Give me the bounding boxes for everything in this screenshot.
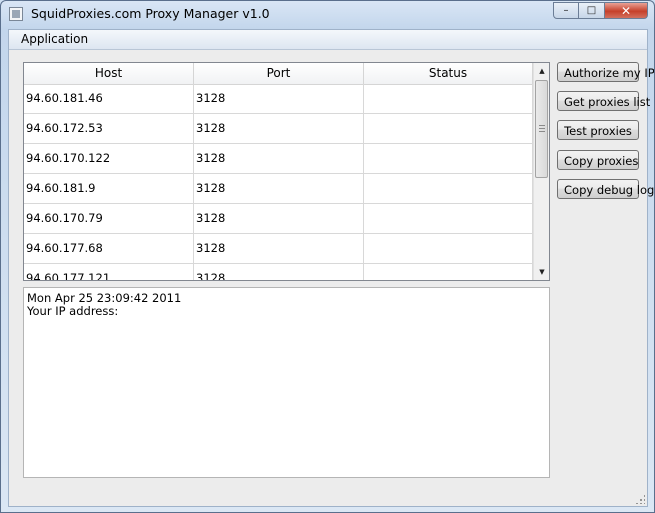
scroll-up-arrow-icon[interactable]: ▲ [534,63,549,79]
cell-host[interactable]: 94.60.177.121 [24,264,194,280]
table-row[interactable]: 94.60.177.121 3128 [24,264,533,280]
close-button[interactable]: ✕ [605,2,648,19]
thumb-grip-icon [539,125,545,133]
cell-host[interactable]: 94.60.170.79 [24,204,194,233]
cell-host[interactable]: 94.60.181.9 [24,174,194,203]
log-line: Your IP address: [27,304,119,318]
copy-proxies-button[interactable]: Copy proxies [557,150,639,170]
scrollbar-thumb[interactable] [535,80,548,178]
caption-buttons: – □ ✕ [553,2,648,20]
authorize-ip-button[interactable]: Authorize my IP [557,62,654,82]
minimize-button[interactable]: – [553,2,579,19]
test-proxies-button[interactable]: Test proxies [557,120,639,140]
table-row[interactable]: 94.60.177.68 3128 [24,234,533,264]
cell-port[interactable]: 3128 [194,204,364,233]
cell-host[interactable]: 94.60.181.46 [24,84,194,113]
client-area: Application Host Port Status 94.60.181.4… [8,29,654,507]
table-scrollbar[interactable]: ▲ ▼ [533,63,549,280]
scroll-down-arrow-icon[interactable]: ▼ [534,264,549,280]
main-window: SquidProxies.com Proxy Manager v1.0 – □ … [0,0,655,513]
cell-host[interactable]: 94.60.170.122 [24,144,194,173]
cell-port[interactable]: 3128 [194,264,364,280]
get-proxies-list-button[interactable]: Get proxies list [557,91,650,111]
table-row[interactable]: 94.60.170.122 3128 [24,144,533,174]
table-row[interactable]: 94.60.172.53 3128 [24,114,533,144]
cell-status[interactable] [364,144,533,173]
cell-status[interactable] [364,264,533,280]
cell-status[interactable] [364,114,533,143]
app-icon[interactable] [9,7,23,21]
cell-host[interactable]: 94.60.172.53 [24,114,194,143]
maximize-button[interactable]: □ [579,2,605,19]
table-row[interactable]: 94.60.170.79 3128 [24,204,533,234]
table-row[interactable]: 94.60.181.46 3128 [24,84,533,114]
cell-port[interactable]: 3128 [194,114,364,143]
cell-status[interactable] [364,84,533,113]
cell-status[interactable] [364,174,533,203]
title-bar[interactable]: SquidProxies.com Proxy Manager v1.0 – □ … [1,1,654,28]
column-header-host[interactable]: Host [24,63,194,84]
table-header: Host Port Status [24,63,533,85]
proxy-table: Host Port Status 94.60.181.46 3128 94.60… [23,62,550,281]
copy-debug-log-button[interactable]: Copy debug log [557,179,654,199]
resize-grip-icon[interactable] [635,494,645,504]
menu-application[interactable]: Application [19,32,90,46]
cell-port[interactable]: 3128 [194,234,364,263]
cell-status[interactable] [364,204,533,233]
cell-port[interactable]: 3128 [194,144,364,173]
menu-bar: Application [9,30,647,50]
window-title: SquidProxies.com Proxy Manager v1.0 [31,6,270,21]
column-header-status[interactable]: Status [364,63,533,84]
debug-log-textarea[interactable]: Mon Apr 25 23:09:42 2011 Your IP address… [23,287,550,478]
cell-port[interactable]: 3128 [194,174,364,203]
column-header-port[interactable]: Port [194,63,364,84]
cell-host[interactable]: 94.60.177.68 [24,234,194,263]
cell-port[interactable]: 3128 [194,84,364,113]
table-body: 94.60.181.46 3128 94.60.172.53 3128 94.6… [24,84,533,280]
table-row[interactable]: 94.60.181.9 3128 [24,174,533,204]
cell-status[interactable] [364,234,533,263]
